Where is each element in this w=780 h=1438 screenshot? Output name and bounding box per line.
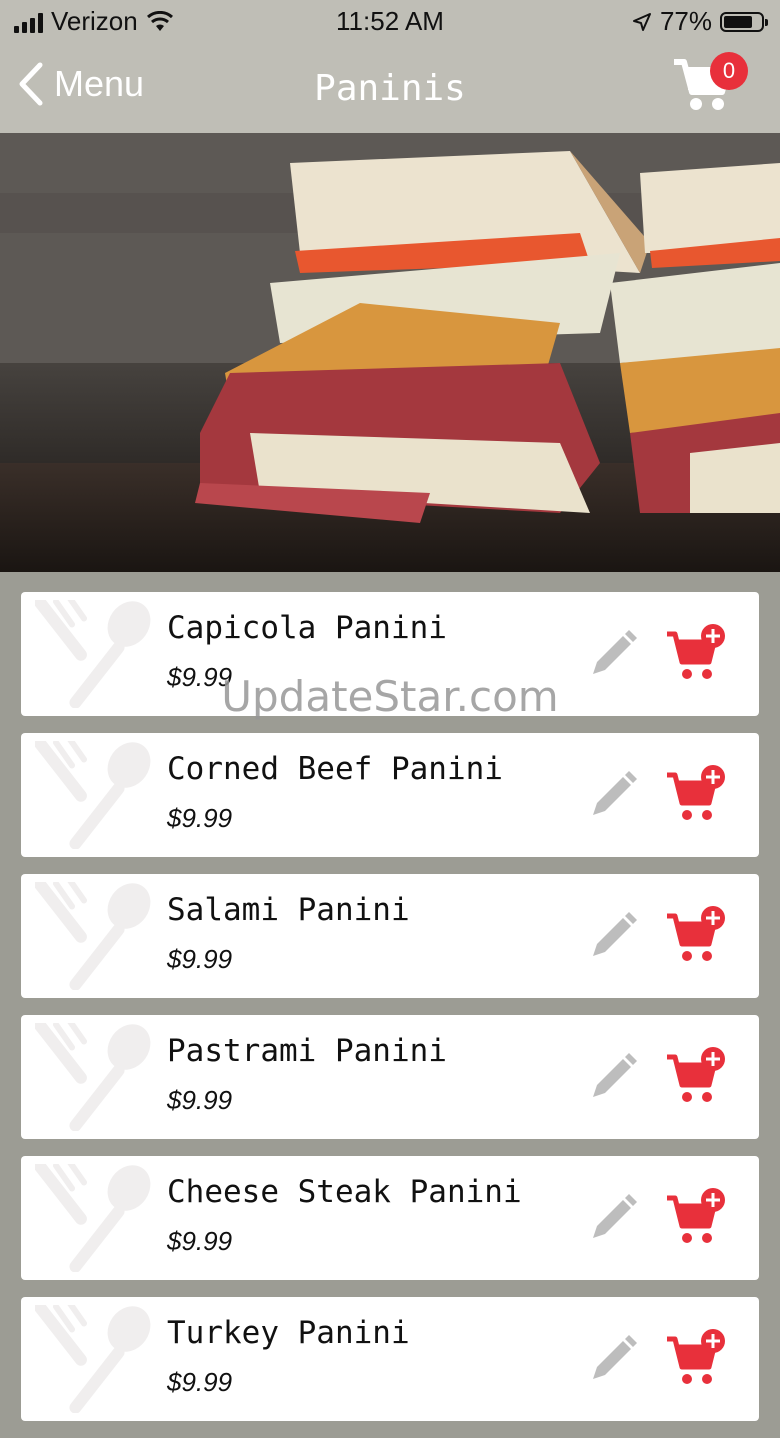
list-item[interactable]: Cheese Steak Panini $9.99 [21, 1156, 759, 1280]
hero-image [0, 133, 780, 572]
item-name: Pastrami Panini [167, 1033, 447, 1069]
pencil-icon[interactable] [587, 1051, 639, 1103]
item-name: Turkey Panini [167, 1315, 410, 1351]
item-name: Cheese Steak Panini [167, 1174, 522, 1210]
pencil-icon[interactable] [587, 769, 639, 821]
status-bar: Verizon 11:52 AM 77% [0, 0, 780, 44]
item-price: $9.99 [167, 803, 233, 833]
add-to-cart-icon[interactable] [665, 1188, 727, 1248]
add-to-cart-icon[interactable] [665, 624, 727, 684]
utensils-placeholder-icon [35, 1305, 151, 1413]
item-name: Salami Panini [167, 892, 410, 928]
battery-percent: 77% [659, 6, 712, 36]
list-item[interactable]: Turkey Panini $9.99 [21, 1297, 759, 1421]
pencil-icon[interactable] [587, 1333, 639, 1385]
utensils-placeholder-icon [35, 1164, 151, 1272]
pencil-icon[interactable] [587, 910, 639, 962]
item-name: Capicola Panini [167, 610, 447, 646]
item-price: $9.99 [167, 662, 233, 692]
list-item[interactable]: Pastrami Panini $9.99 [21, 1015, 759, 1139]
utensils-placeholder-icon [35, 741, 151, 849]
cart-count-badge: 0 [710, 52, 748, 90]
item-price: $9.99 [167, 1085, 233, 1115]
utensils-placeholder-icon [35, 1023, 151, 1131]
cart-button[interactable]: 0 [672, 52, 748, 118]
pencil-icon[interactable] [587, 1192, 639, 1244]
item-price: $9.99 [167, 944, 233, 974]
top-bar: Verizon 11:52 AM 77% Menu Paninis 0 [0, 0, 780, 133]
add-to-cart-icon[interactable] [665, 906, 727, 966]
add-to-cart-icon[interactable] [665, 765, 727, 825]
item-price: $9.99 [167, 1226, 233, 1256]
item-price: $9.99 [167, 1367, 233, 1397]
location-arrow-icon [632, 12, 651, 31]
pencil-icon[interactable] [587, 628, 639, 680]
status-right: 77% [632, 6, 768, 37]
sandwich-photo [0, 133, 780, 572]
navigation-bar: Menu Paninis 0 [0, 44, 780, 133]
utensils-placeholder-icon [35, 600, 151, 708]
page-title: Paninis [314, 68, 466, 109]
list-item[interactable]: Salami Panini $9.99 [21, 874, 759, 998]
list-item[interactable]: Capicola Panini $9.99 [21, 592, 759, 716]
battery-icon [720, 11, 768, 32]
item-name: Corned Beef Panini [167, 751, 503, 787]
menu-item-list: Capicola Panini $9.99 Corned Beef Panini… [21, 592, 759, 1438]
add-to-cart-icon[interactable] [665, 1329, 727, 1389]
utensils-placeholder-icon [35, 882, 151, 990]
list-item[interactable]: Corned Beef Panini $9.99 [21, 733, 759, 857]
add-to-cart-icon[interactable] [665, 1047, 727, 1107]
